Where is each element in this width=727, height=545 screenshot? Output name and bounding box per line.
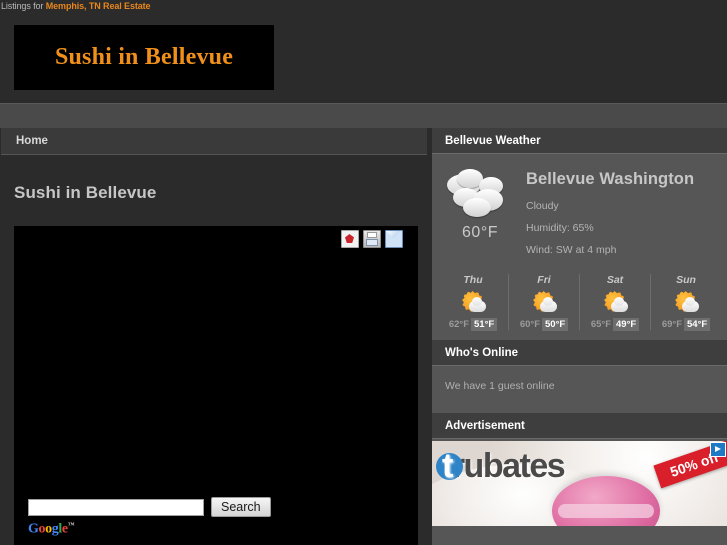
search-input[interactable] xyxy=(28,498,204,516)
advertisement-panel-title: Advertisement xyxy=(445,419,525,432)
page-title: Sushi in Bellevue xyxy=(14,183,157,202)
forecast-day: Sun 69°F 54°F xyxy=(651,274,721,331)
sun-cloud-icon xyxy=(672,289,700,315)
weather-current-details: Bellevue Washington Cloudy Humidity: 65%… xyxy=(520,168,694,266)
advertisement-banner[interactable]: trubates 50% off xyxy=(432,439,727,526)
whos-online-panel-body: We have 1 guest online xyxy=(432,366,727,413)
sun-cloud-icon xyxy=(530,289,558,315)
whos-online-panel-header: Who's Online xyxy=(432,340,727,366)
weather-forecast: Thu 62°F 51°F Fri 60°F 50°F Sat 65°F 49°… xyxy=(432,272,727,340)
google-logo-g1: G xyxy=(28,522,39,537)
forecast-low: 49°F xyxy=(613,318,640,331)
advertisement-panel-header: Advertisement xyxy=(432,413,727,439)
site-logo[interactable]: Sushi in Bellevue xyxy=(14,25,274,90)
forecast-temps: 62°F 51°F xyxy=(438,318,508,331)
top-listings-bar: Listings for Memphis, TN Real Estate xyxy=(0,0,727,12)
sun-cloud-icon xyxy=(601,289,629,315)
google-logo: Google™ xyxy=(28,521,408,538)
ad-brand-logo: trubates xyxy=(436,447,566,486)
forecast-day-name: Sun xyxy=(676,274,696,286)
site-header: Sushi in Bellevue xyxy=(0,12,727,115)
whos-online-panel-title: Who's Online xyxy=(445,346,519,359)
weather-humidity: Humidity: 65% xyxy=(526,222,594,234)
forecast-high: 62°F xyxy=(448,319,469,330)
topbar-prefix: Listings for xyxy=(1,1,44,11)
search-button[interactable]: Search xyxy=(211,497,271,518)
weather-city: Bellevue Washington xyxy=(526,170,695,188)
forecast-temps: 60°F 50°F xyxy=(509,318,579,331)
forecast-temps: 65°F 49°F xyxy=(580,318,650,331)
google-logo-tm: ™ xyxy=(67,521,75,530)
forecast-day: Sat 65°F 49°F xyxy=(580,274,651,331)
topbar-listings-link[interactable]: Memphis, TN Real Estate xyxy=(46,1,151,11)
weather-condition: Cloudy xyxy=(526,200,559,212)
page-columns: Home Sushi in Bellevue Search Google™ Be… xyxy=(0,128,727,545)
forecast-day: Fri 60°F 50°F xyxy=(509,274,580,331)
google-logo-g3: o xyxy=(45,522,52,537)
sun-cloud-icon xyxy=(459,289,487,315)
forecast-day-name: Thu xyxy=(463,274,483,286)
forecast-day: Thu 62°F 51°F xyxy=(438,274,509,331)
weather-current: 60°F Bellevue Washington Cloudy Humidity… xyxy=(432,154,727,272)
main-column: Home Sushi in Bellevue Search Google™ xyxy=(0,128,427,545)
forecast-low: 50°F xyxy=(542,318,569,331)
nav-item-home[interactable]: Home xyxy=(1,128,48,154)
search-row: Search xyxy=(28,497,408,518)
forecast-high: 69°F xyxy=(661,319,682,330)
current-temperature: 60°F xyxy=(462,224,498,241)
article-content-box: Search Google™ xyxy=(14,226,418,545)
forecast-high: 65°F xyxy=(590,319,611,330)
email-icon[interactable] xyxy=(385,230,403,248)
guest-count-text: We have 1 guest online xyxy=(445,380,555,392)
forecast-day-name: Sat xyxy=(606,274,624,286)
weather-wind: Wind: SW at 4 mph xyxy=(526,244,617,256)
forecast-low: 54°F xyxy=(684,318,711,331)
google-search-area: Search Google™ xyxy=(28,497,408,538)
pdf-icon[interactable] xyxy=(341,230,359,248)
sidebar: Bellevue Weather 60°F Bellevue Washingto… xyxy=(432,128,727,545)
cloudy-icon xyxy=(445,168,515,220)
forecast-low: 51°F xyxy=(471,318,498,331)
forecast-high: 60°F xyxy=(519,319,540,330)
main-navigation: Home xyxy=(1,128,427,155)
ad-brand-initial: t xyxy=(436,447,463,485)
ad-brand-rest: rubates xyxy=(451,447,566,485)
print-icon[interactable] xyxy=(363,230,381,248)
forecast-temps: 69°F 54°F xyxy=(651,318,721,331)
weather-panel-body: 60°F Bellevue Washington Cloudy Humidity… xyxy=(432,154,727,340)
article-tool-icons xyxy=(341,230,403,248)
header-divider-strip xyxy=(0,103,727,128)
weather-panel-header: Bellevue Weather xyxy=(432,128,727,154)
weather-panel-title: Bellevue Weather xyxy=(445,134,541,147)
forecast-day-name: Fri xyxy=(537,274,551,286)
ad-choices-icon[interactable] xyxy=(710,442,726,457)
weather-current-left: 60°F xyxy=(432,168,520,266)
site-logo-text: Sushi in Bellevue xyxy=(54,44,234,70)
